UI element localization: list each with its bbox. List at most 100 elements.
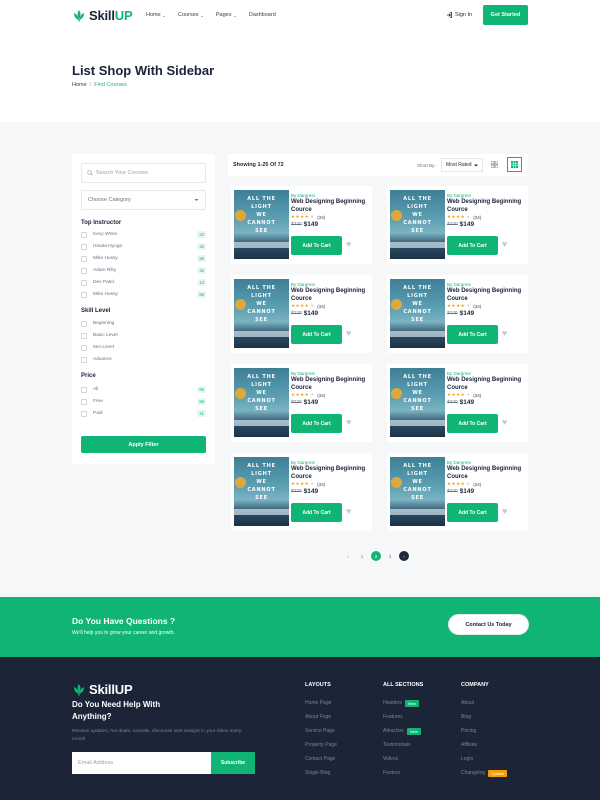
course-cover-image[interactable]: ALL THE LIGHT WE CANNOT SEE <box>390 368 445 437</box>
subscribe-button[interactable]: Subscribe <box>211 752 255 774</box>
add-to-cart-button[interactable]: Add To Cart <box>291 325 342 344</box>
menu-courses[interactable]: Courses ⌄ <box>178 12 204 18</box>
checkbox[interactable] <box>81 291 87 298</box>
page-button-active[interactable]: 2 <box>371 551 381 561</box>
email-input[interactable]: Email Address <box>72 752 211 774</box>
course-card[interactable]: ALL THE LIGHT WE CANNOT SEE By Dargrest Web De… <box>387 364 528 442</box>
footer-link[interactable]: Headers New <box>383 696 463 710</box>
instructor-filter[interactable]: Mike Hussy 55 <box>81 254 206 263</box>
course-cover-image[interactable]: ALL THE LIGHT WE CANNOT SEE <box>234 457 289 526</box>
sign-in-link[interactable]: Sign In <box>446 12 472 18</box>
footer-link[interactable]: Attractive New <box>383 724 463 738</box>
course-title[interactable]: Web Designing Beginning Cource <box>447 376 527 392</box>
heart-icon[interactable]: ♥ <box>502 506 507 516</box>
contact-us-button[interactable]: Contact Us Today <box>448 614 529 635</box>
checkbox[interactable] <box>81 231 87 238</box>
level-filter[interactable]: Basic Level <box>81 331 206 340</box>
course-card[interactable]: ALL THE LIGHT WE CANNOT SEE By Dargrest Web De… <box>387 453 528 531</box>
course-title[interactable]: Web Designing Beginning Cource <box>291 198 371 214</box>
search-input[interactable]: Search Your Courses <box>81 163 206 183</box>
add-to-cart-button[interactable]: Add To Cart <box>447 414 498 433</box>
course-title[interactable]: Web Designing Beginning Cource <box>447 198 527 214</box>
level-filter[interactable]: Advance <box>81 355 206 364</box>
course-title[interactable]: Web Designing Beginning Cource <box>291 465 371 481</box>
checkbox[interactable] <box>81 279 87 286</box>
menu-dashboard[interactable]: Dashboard <box>249 12 276 18</box>
footer-link[interactable]: Changelog Update <box>461 766 541 780</box>
get-started-button[interactable]: Get Started <box>483 5 528 25</box>
checkbox[interactable] <box>81 344 87 351</box>
footer-link[interactable]: About Page <box>305 710 385 724</box>
heart-icon[interactable]: ♥ <box>346 328 351 338</box>
footer-link[interactable]: Affiliate <box>461 738 541 752</box>
checkbox[interactable] <box>81 255 87 262</box>
footer-link[interactable]: Testimonials <box>383 738 463 752</box>
footer-link[interactable]: Features <box>383 710 463 724</box>
page-button[interactable]: 3 <box>385 551 395 561</box>
footer-link[interactable]: Contact Page <box>305 752 385 766</box>
footer-link[interactable]: Videos <box>383 752 463 766</box>
prev-page-button[interactable]: ‹ <box>343 551 353 561</box>
add-to-cart-button[interactable]: Add To Cart <box>291 236 342 255</box>
checkbox[interactable] <box>81 410 87 417</box>
course-card[interactable]: ALL THE LIGHT WE CANNOT SEE By Dargrest Web De… <box>231 364 372 442</box>
checkbox[interactable] <box>81 398 87 405</box>
checkbox[interactable] <box>81 356 87 363</box>
menu-pages[interactable]: Pages ⌄ <box>216 12 237 18</box>
footer-link[interactable]: Pricing <box>461 724 541 738</box>
course-card[interactable]: ALL THE LIGHT WE CANNOT SEE By Dargrest Web De… <box>231 275 372 353</box>
heart-icon[interactable]: ♥ <box>346 417 351 427</box>
level-filter[interactable]: Iten Level <box>81 343 206 352</box>
course-title[interactable]: Web Designing Beginning Cource <box>447 465 527 481</box>
course-card[interactable]: ALL THE LIGHT WE CANNOT SEE By Dargrest Web De… <box>231 453 372 531</box>
course-card[interactable]: ALL THE LIGHT WE CANNOT SEE By Dargrest Web De… <box>387 275 528 353</box>
price-filter[interactable]: Free 56 <box>81 397 206 406</box>
checkbox[interactable] <box>81 267 87 274</box>
instructor-filter[interactable]: Kevy White 22 <box>81 230 206 239</box>
add-to-cart-button[interactable]: Add To Cart <box>447 325 498 344</box>
add-to-cart-button[interactable]: Add To Cart <box>291 503 342 522</box>
instructor-filter[interactable]: Mike Hussy 56 <box>81 290 206 299</box>
instructor-filter[interactable]: Adam Riky 42 <box>81 266 206 275</box>
course-card[interactable]: ALL THE LIGHT WE CANNOT SEE By Dargrest Web De… <box>231 186 372 264</box>
footer-link[interactable]: Blog <box>461 710 541 724</box>
heart-icon[interactable]: ♥ <box>346 506 351 516</box>
category-select[interactable]: Choose Category <box>81 190 206 210</box>
checkbox[interactable] <box>81 332 87 339</box>
menu-home[interactable]: Home ⌄ <box>146 12 166 18</box>
footer-link[interactable]: Single Blog <box>305 766 385 780</box>
add-to-cart-button[interactable]: Add To Cart <box>291 414 342 433</box>
checkbox[interactable] <box>81 243 87 250</box>
course-card[interactable]: ALL THE LIGHT WE CANNOT SEE By Dargrest Web De… <box>387 186 528 264</box>
add-to-cart-button[interactable]: Add To Cart <box>447 503 498 522</box>
course-title[interactable]: Web Designing Beginning Cource <box>291 287 371 303</box>
footer-link[interactable]: Login <box>461 752 541 766</box>
page-button[interactable]: 1 <box>357 551 367 561</box>
sort-select[interactable]: Most Rated <box>441 158 483 172</box>
checkbox[interactable] <box>81 386 87 393</box>
list-view-button[interactable] <box>487 157 502 172</box>
footer-link[interactable]: About <box>461 696 541 710</box>
instructor-filter[interactable]: Dev Patel 13 <box>81 278 206 287</box>
course-title[interactable]: Web Designing Beginning Cource <box>447 287 527 303</box>
apply-filter-button[interactable]: Apply Filter <box>81 436 206 453</box>
course-title[interactable]: Web Designing Beginning Cource <box>291 376 371 392</box>
heart-icon[interactable]: ♥ <box>502 239 507 249</box>
course-cover-image[interactable]: ALL THE LIGHT WE CANNOT SEE <box>390 279 445 348</box>
checkbox[interactable] <box>81 320 87 327</box>
footer-logo[interactable]: SkillUP <box>72 682 133 697</box>
brand-logo[interactable]: SkillUP <box>72 8 133 23</box>
footer-link[interactable]: Footers <box>383 766 463 780</box>
price-filter[interactable]: Paid 41 <box>81 409 206 418</box>
footer-link[interactable]: Home Page <box>305 696 385 710</box>
level-filter[interactable]: Beginning <box>81 319 206 328</box>
course-cover-image[interactable]: ALL THE LIGHT WE CANNOT SEE <box>234 279 289 348</box>
instructor-filter[interactable]: Hinata Hyuga 22 <box>81 242 206 251</box>
price-filter[interactable]: All 69 <box>81 385 206 394</box>
next-page-button[interactable]: › <box>399 551 409 561</box>
heart-icon[interactable]: ♥ <box>346 239 351 249</box>
heart-icon[interactable]: ♥ <box>502 328 507 338</box>
heart-icon[interactable]: ♥ <box>502 417 507 427</box>
course-cover-image[interactable]: ALL THE LIGHT WE CANNOT SEE <box>390 190 445 259</box>
course-cover-image[interactable]: ALL THE LIGHT WE CANNOT SEE <box>234 368 289 437</box>
